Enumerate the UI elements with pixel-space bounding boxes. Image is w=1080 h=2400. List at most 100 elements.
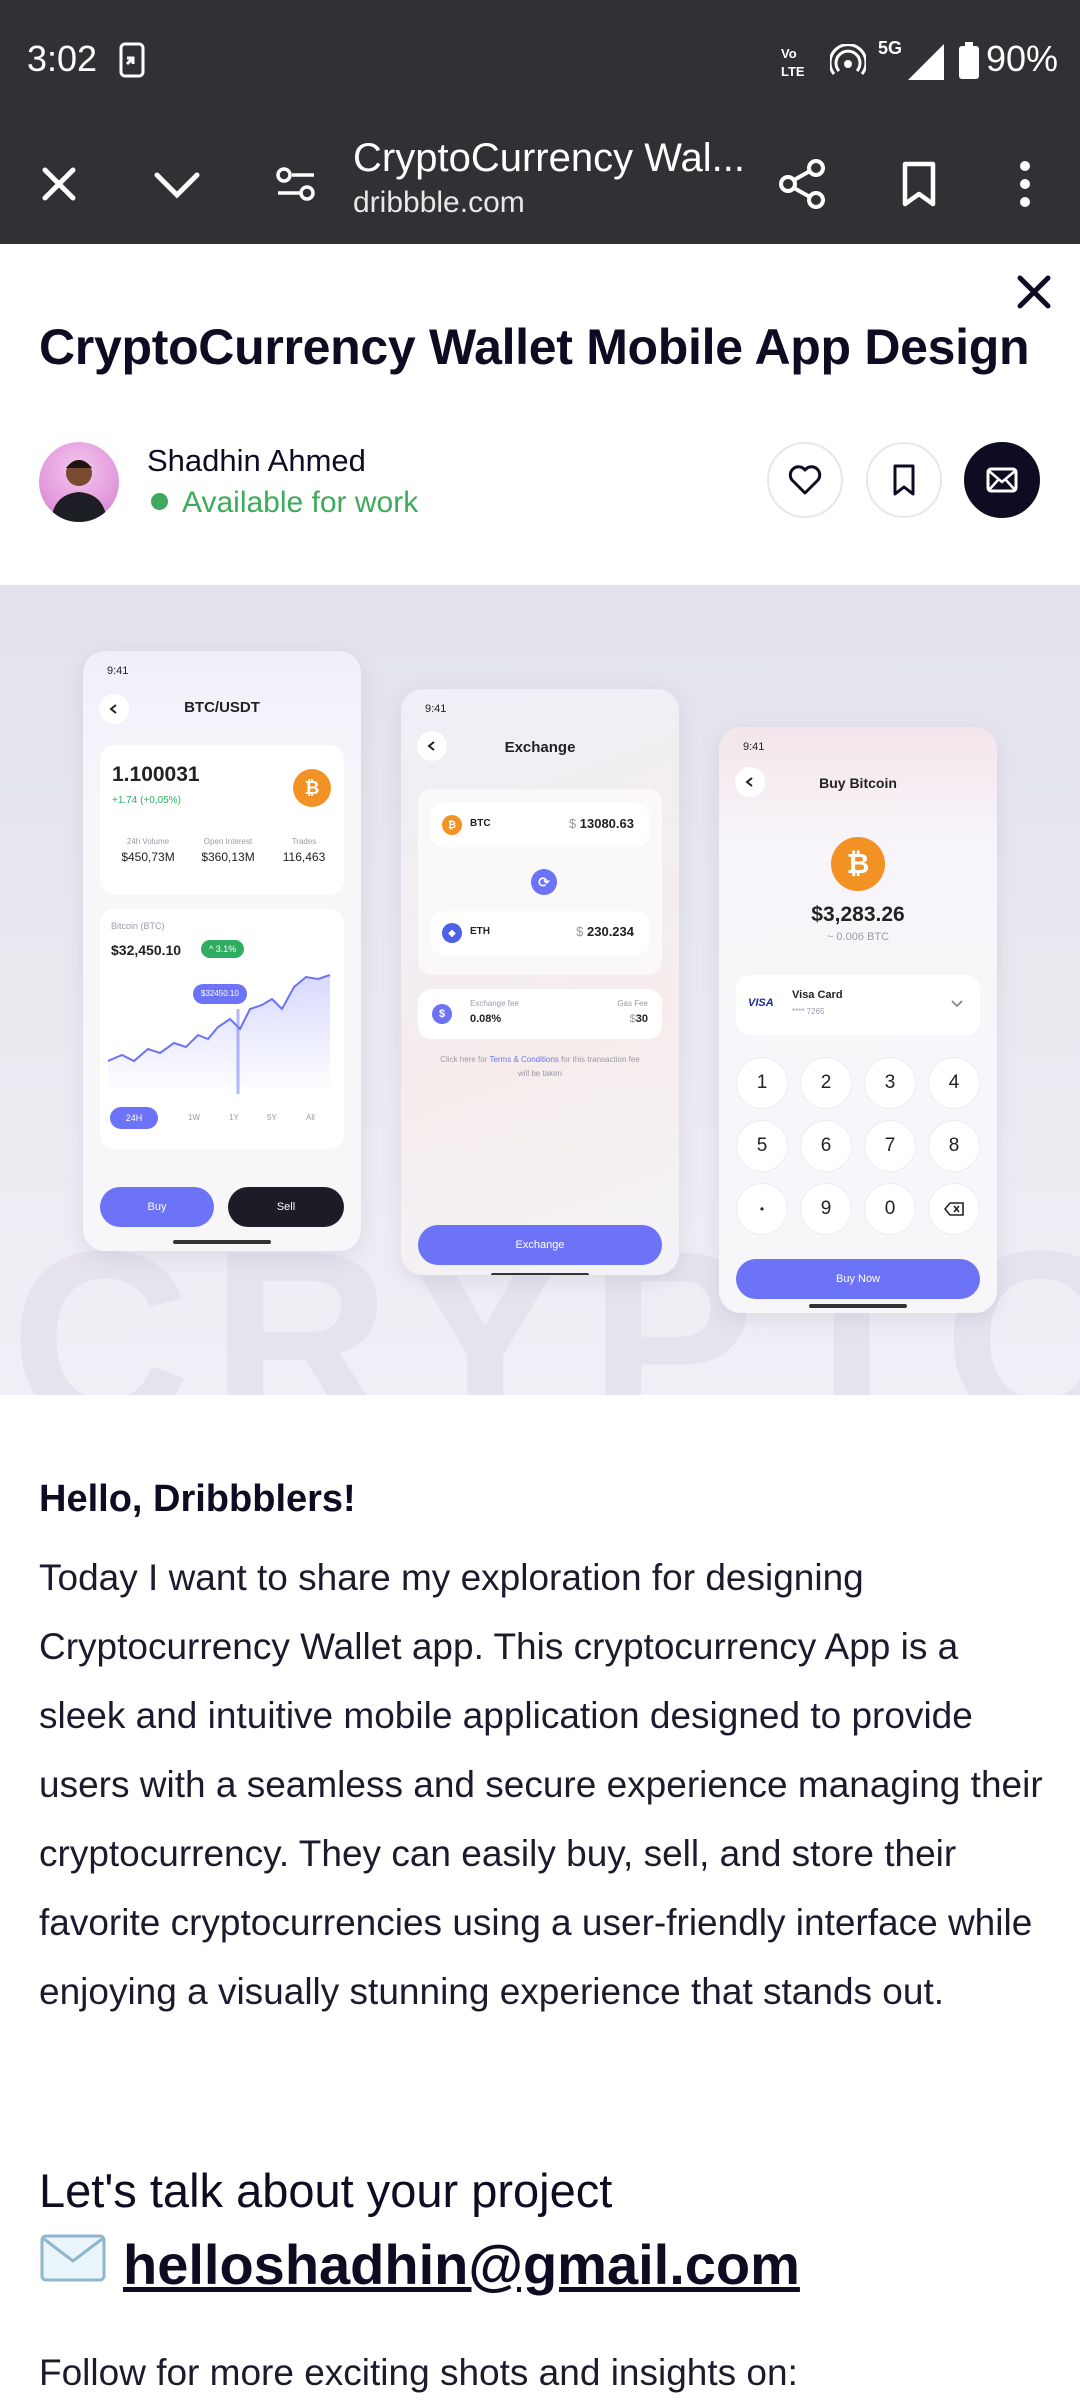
chart-label: Bitcoin (BTC) xyxy=(111,921,165,931)
bookmark-button[interactable] xyxy=(889,154,949,214)
chevron-down-icon xyxy=(154,172,200,199)
stat-trades: Trades 116,463 xyxy=(282,837,326,864)
to-coin-row: ◆ ETH $ 230.234 xyxy=(430,911,650,955)
range-5y-tab: 5Y xyxy=(267,1113,277,1122)
battery-icon xyxy=(958,42,980,85)
stat-open-interest: Open Interest $360,13M xyxy=(201,837,255,864)
more-vert-icon xyxy=(1020,161,1030,207)
availability-status: Available for work xyxy=(151,486,418,520)
keypad-key: 5 xyxy=(736,1120,788,1172)
tune-icon xyxy=(276,167,315,201)
keypad-key: 2 xyxy=(800,1057,852,1109)
keypad-key: 8 xyxy=(928,1120,980,1172)
share-icon xyxy=(779,159,825,209)
available-dot-icon xyxy=(151,492,168,510)
share-button[interactable] xyxy=(772,154,832,214)
close-icon xyxy=(1017,275,1051,309)
fee-card: $ Exchange fee 0.08% Gas Fee $30 xyxy=(418,989,662,1039)
keypad-key: 1 xyxy=(736,1057,788,1109)
svg-text:Vo: Vo xyxy=(781,46,797,61)
from-coin-row: ₿ BTC $ 13080.63 xyxy=(430,803,650,847)
range-24h-tab: 24H xyxy=(110,1107,158,1129)
change-badge: ^ 3.1% xyxy=(201,940,245,958)
keypad-key: 9 xyxy=(800,1183,852,1235)
avatar[interactable] xyxy=(39,442,119,522)
keypad-key: 7 xyxy=(864,1120,916,1172)
screen-cast-icon xyxy=(116,42,150,83)
exchange-title: Exchange xyxy=(504,739,576,756)
buy-btc: ~ 0.006 BTC xyxy=(826,931,890,943)
payment-card-select: VISA Visa Card **** 7265 xyxy=(736,975,980,1035)
home-indicator xyxy=(491,1273,589,1275)
exchange-button-mock: Exchange xyxy=(418,1225,662,1265)
close-tab-button[interactable] xyxy=(29,154,89,214)
keypad-key: 0 xyxy=(864,1183,916,1235)
browser-toolbar: CryptoCurrency Wal... dribbble.com xyxy=(0,124,1080,244)
signal-5g-icon: 5G xyxy=(878,36,948,87)
description-body: Today I want to share my exploration for… xyxy=(39,1557,1043,2012)
price-chart-card: Bitcoin (BTC) $32,450.10 ^ 3.1% $32450.1… xyxy=(100,909,344,1149)
buy-title: Buy Bitcoin xyxy=(819,775,897,791)
message-button[interactable] xyxy=(964,442,1040,518)
save-button[interactable] xyxy=(866,442,942,518)
buy-now-button-mock: Buy Now xyxy=(736,1259,980,1299)
swap-icon: ⟳ xyxy=(531,869,557,895)
phone-mockup-buy: 9:41 Buy Bitcoin ₿ $3,283.26 ~ 0.006 BTC… xyxy=(719,727,997,1313)
ethereum-icon: ◆ xyxy=(442,923,462,943)
volte-icon: Vo LTE xyxy=(780,44,814,85)
home-indicator xyxy=(809,1304,907,1308)
exchange-card: ₿ BTC $ 13080.63 ⟳ ◆ ETH $ 230.234 xyxy=(418,789,662,975)
bookmark-icon xyxy=(893,464,915,496)
battery-percent: 90% xyxy=(985,38,1058,79)
range-all-tab: All xyxy=(306,1113,315,1122)
price-line-chart xyxy=(108,974,331,1094)
description-heading: Hello, Dribbblers! xyxy=(39,1478,356,1520)
balance-amount: 1.100031 xyxy=(112,763,200,786)
stat-volume: 24h Volume $450,73M xyxy=(121,837,175,864)
bookmark-icon xyxy=(902,161,936,207)
chart-price: $32,450.10 xyxy=(111,942,182,958)
email-link[interactable]: helloshadhin@gmail.com xyxy=(123,2233,800,2296)
minimize-button[interactable] xyxy=(147,154,207,214)
buy-amount: $3,283.26 xyxy=(811,903,905,926)
envelope-icon xyxy=(39,2231,107,2296)
phone-time: 9:41 xyxy=(107,665,129,677)
backspace-icon xyxy=(928,1183,980,1235)
visa-logo-icon: VISA xyxy=(748,997,774,1009)
bitcoin-icon: ₿ xyxy=(831,837,885,891)
close-icon xyxy=(42,167,76,201)
phone-time: 9:41 xyxy=(425,703,447,715)
keypad-key: 3 xyxy=(864,1057,916,1109)
like-button[interactable] xyxy=(767,442,843,518)
shot-image[interactable]: CRYPTO 9:41 BTC/USDT 1.100031 +1.74 (+0,… xyxy=(0,585,1080,1395)
home-indicator xyxy=(173,1240,271,1244)
page-title-toolbar: CryptoCurrency Wal... xyxy=(353,136,745,180)
close-shot-button[interactable] xyxy=(1010,268,1058,316)
status-time: 3:02 xyxy=(27,38,98,79)
range-1y-tab: 1Y xyxy=(229,1113,239,1122)
mail-icon xyxy=(986,467,1018,493)
sell-button-mock: Sell xyxy=(228,1187,344,1227)
availability-label: Available for work xyxy=(182,486,419,519)
contact-email-line: helloshadhin@gmail.com xyxy=(39,2232,800,2302)
page-info-button[interactable] xyxy=(266,154,326,214)
dollar-icon: $ xyxy=(432,1004,452,1024)
phone-mockup-trading: 9:41 BTC/USDT 1.100031 +1.74 (+0,05%) ₿ … xyxy=(83,651,361,1251)
shot-title: CryptoCurrency Wallet Mobile App Design xyxy=(39,319,1030,375)
balance-card: 1.100031 +1.74 (+0,05%) ₿ 24h Volume $45… xyxy=(100,745,344,895)
status-bar: 3:02 Vo LTE 5G 90% xyxy=(0,0,1080,124)
follow-text: Follow for more exciting shots and insig… xyxy=(39,2352,798,2393)
bitcoin-icon: ₿ xyxy=(442,815,462,835)
chevron-down-icon xyxy=(951,1000,963,1008)
terms-note: Click here for Terms & Conditions for th… xyxy=(440,1055,640,1078)
phone-mockup-exchange: 9:41 Exchange ₿ BTC $ 13080.63 ⟳ ◆ ETH $… xyxy=(401,689,679,1275)
bitcoin-icon: ₿ xyxy=(293,769,331,807)
page-url[interactable]: dribbble.com xyxy=(353,186,525,220)
hotspot-icon xyxy=(828,43,868,81)
more-options-button[interactable] xyxy=(995,154,1055,214)
pair-title: BTC/USDT xyxy=(184,699,260,716)
keypad-key: 4 xyxy=(928,1057,980,1109)
svg-text:LTE: LTE xyxy=(781,64,805,79)
author-name[interactable]: Shadhin Ahmed xyxy=(147,443,366,479)
contact-heading: Let's talk about your project xyxy=(39,2164,613,2217)
